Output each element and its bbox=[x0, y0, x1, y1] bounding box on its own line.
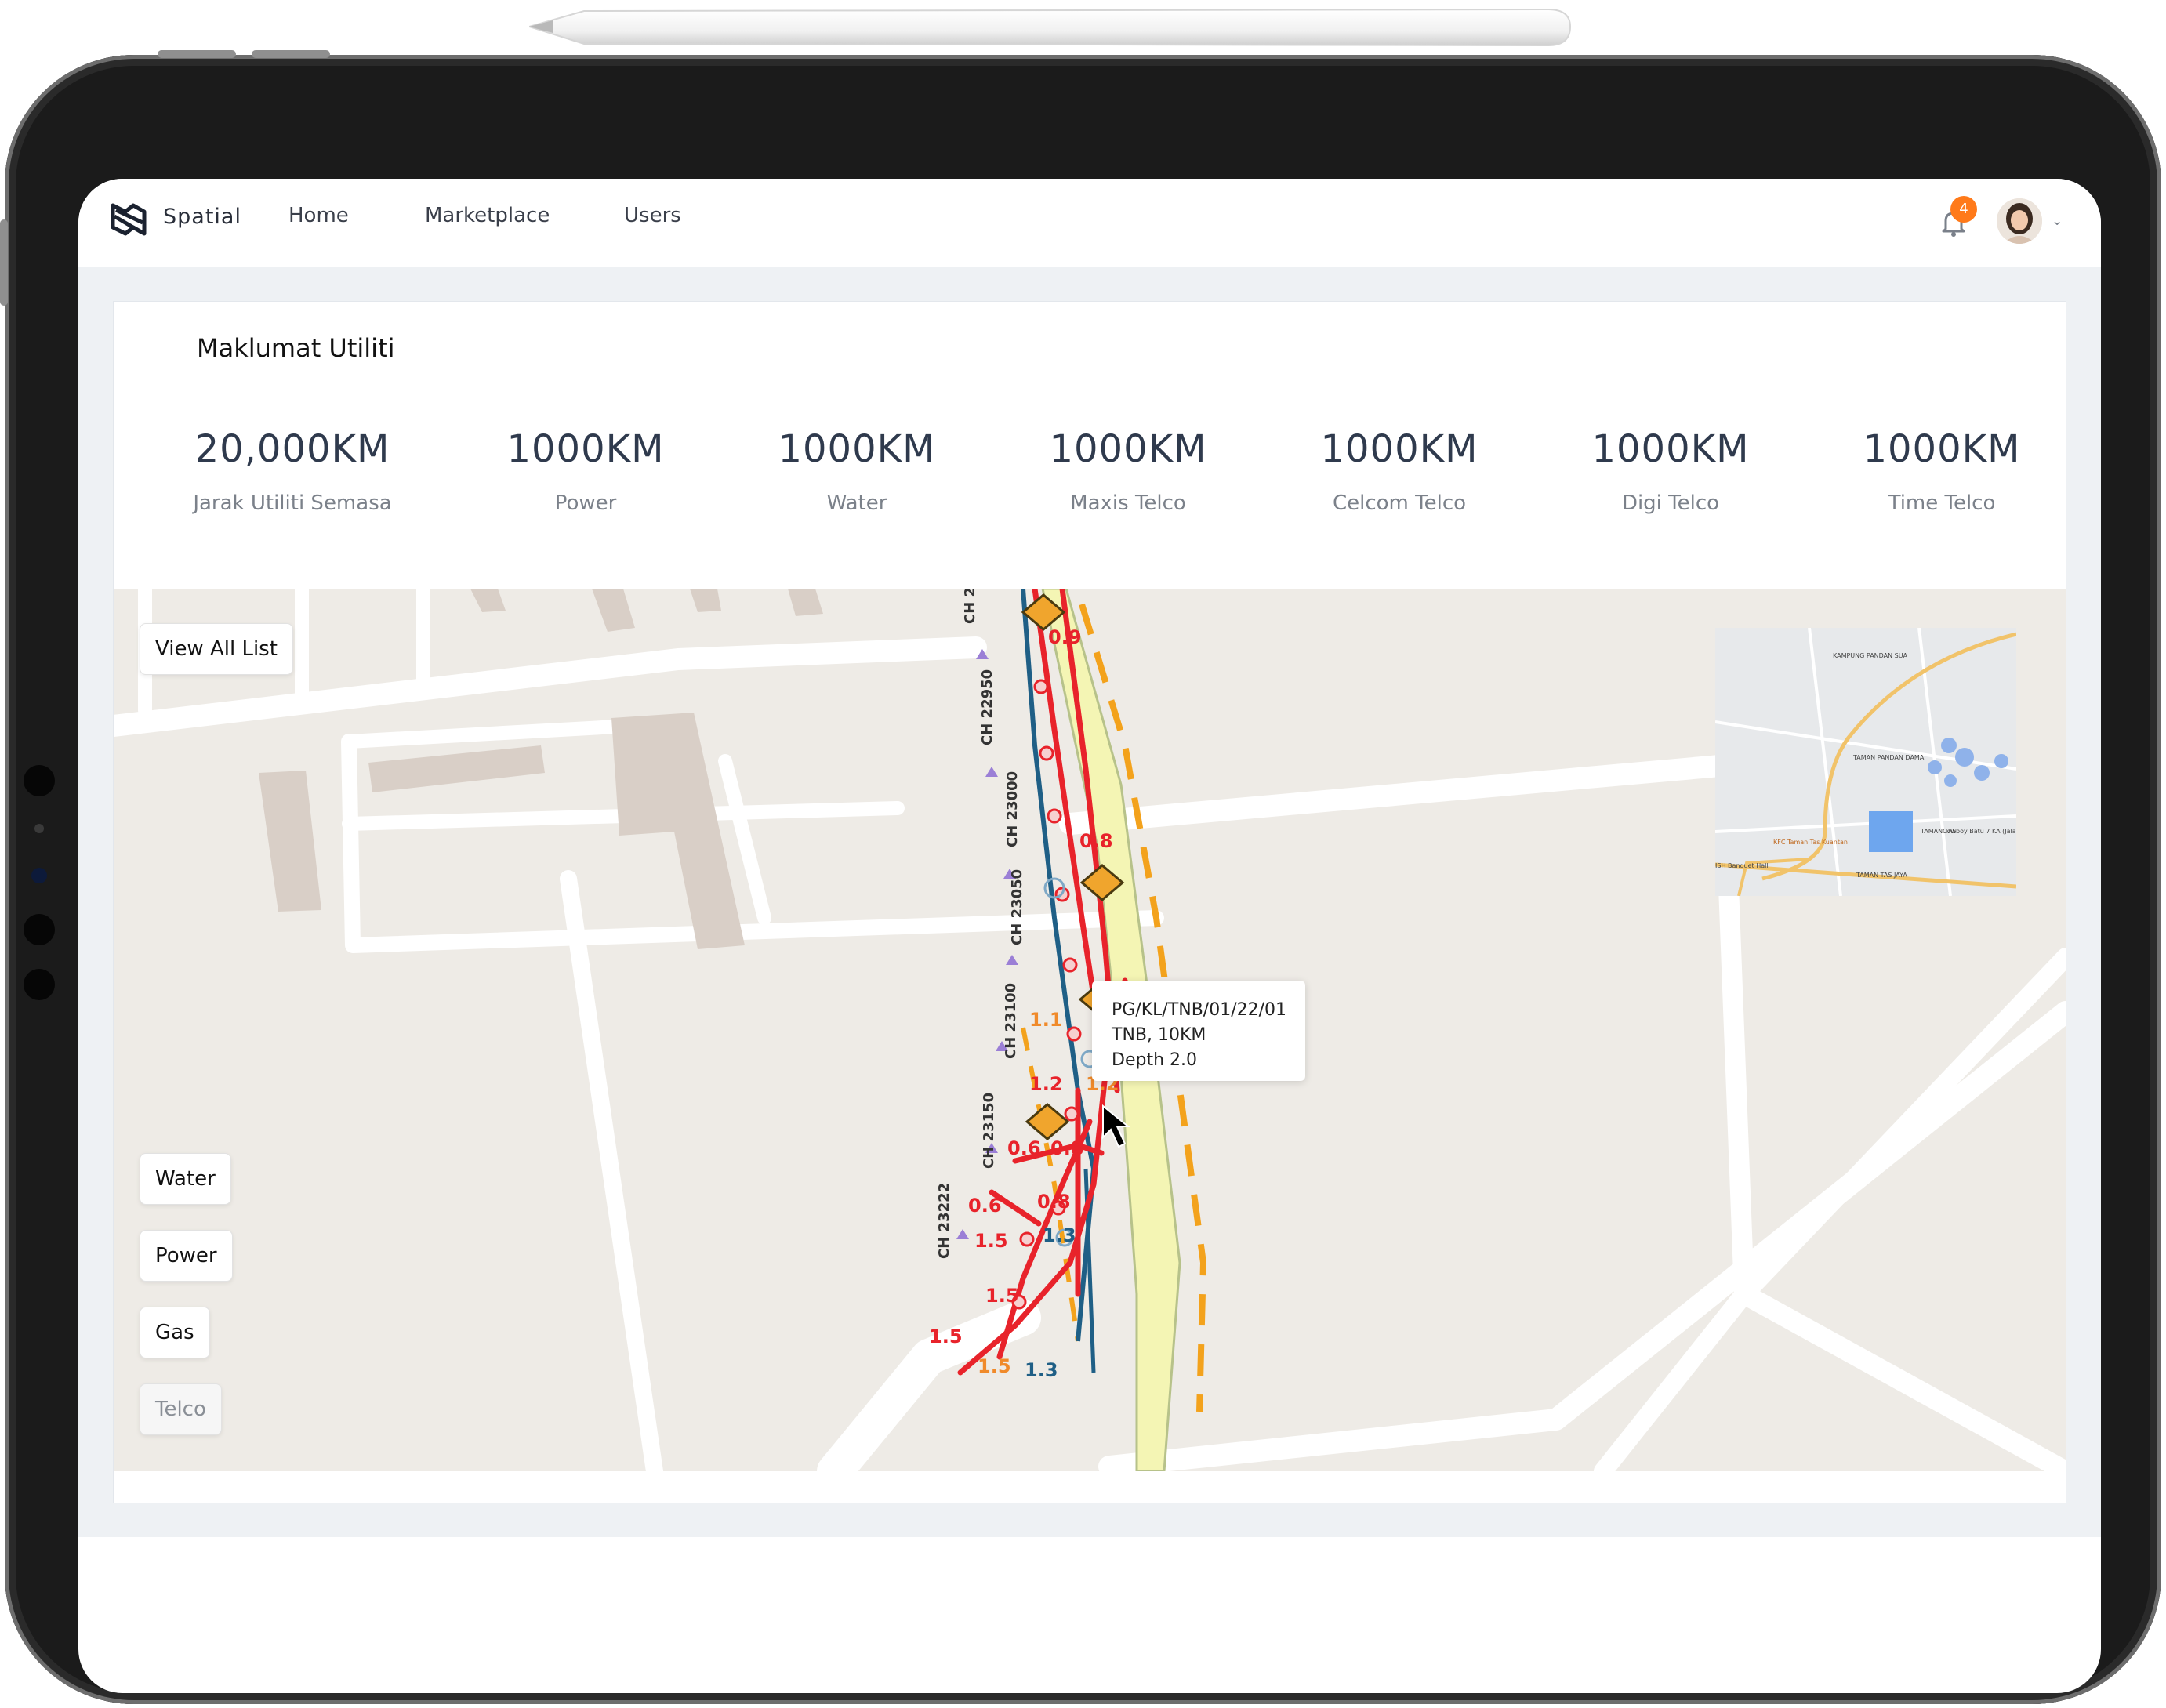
stat-total: 20,000KM Jarak Utiliti Semasa bbox=[159, 427, 426, 515]
depth-label: 0.6 bbox=[968, 1195, 1002, 1217]
utility-tooltip: PG/KL/TNB/01/22/01 TNB, 10KM Depth 2.0 bbox=[1092, 981, 1305, 1081]
tooltip-owner-length: TNB, 10KM bbox=[1112, 1025, 1206, 1045]
stat-value: 20,000KM bbox=[194, 427, 390, 471]
layer-power-toggle[interactable]: Power bbox=[140, 1230, 233, 1282]
stat-time-telco: 1000KM Time Telco bbox=[1809, 427, 2075, 515]
stat-label: Power bbox=[554, 491, 617, 515]
stylus-pencil bbox=[529, 8, 1572, 47]
power-button bbox=[0, 219, 8, 306]
tablet-screen: Spatial Home Marketplace Users 4 ⌄ Maklu… bbox=[78, 179, 2101, 1693]
utility-card: Maklumat Utiliti 20,000KM Jarak Utiliti … bbox=[113, 301, 2066, 1503]
depth-label: 1.1 bbox=[1029, 1009, 1063, 1031]
stat-label: Water bbox=[826, 491, 887, 515]
volume-button bbox=[158, 50, 236, 58]
tablet-frame: Spatial Home Marketplace Users 4 ⌄ Maklu… bbox=[0, 50, 2161, 1704]
stat-label: Digi Telco bbox=[1621, 491, 1720, 515]
chainage-label: CH 22950 bbox=[979, 669, 996, 745]
content-area: Maklumat Utiliti 20,000KM Jarak Utiliti … bbox=[78, 267, 2101, 1537]
sensor-dot bbox=[24, 765, 55, 796]
nav-home-link[interactable]: Home bbox=[288, 204, 349, 227]
stat-value: 1000KM bbox=[1863, 427, 2021, 471]
depth-label: 1.2 bbox=[1029, 1073, 1063, 1095]
stat-label: Jarak Utiliti Semasa bbox=[193, 491, 392, 515]
stat-digi-telco: 1000KM Digi Telco bbox=[1537, 427, 1804, 515]
depth-label: 0.8 bbox=[1050, 1137, 1084, 1159]
brand-name: Spatial bbox=[163, 205, 241, 229]
top-navbar: Spatial Home Marketplace Users 4 ⌄ bbox=[78, 179, 2101, 268]
nav-users-link[interactable]: Users bbox=[624, 204, 681, 227]
stat-maxis-telco: 1000KM Maxis Telco bbox=[995, 427, 1261, 515]
stat-value: 1000KM bbox=[506, 427, 665, 471]
chainage-label: CH 23000 bbox=[1004, 771, 1021, 847]
minimap-label: KFC Taman Tas Kuantan bbox=[1773, 839, 1848, 846]
layer-gas-toggle[interactable]: Gas bbox=[140, 1307, 210, 1358]
minimap-label: ISH Banquet Hall bbox=[1715, 862, 1769, 869]
depth-label: 1.5 bbox=[974, 1230, 1008, 1252]
stat-celcom-telco: 1000KM Celcom Telco bbox=[1266, 427, 1533, 515]
sensor-dot bbox=[24, 969, 55, 1000]
notification-badge: 4 bbox=[1950, 196, 1977, 223]
chainage-label: CH 23150 bbox=[981, 1093, 997, 1169]
minimap-label: TAMAN TAS JAYA bbox=[1856, 872, 1907, 879]
depth-label: 0.6 bbox=[1007, 1137, 1041, 1159]
stat-power: 1000KM Power bbox=[452, 427, 719, 515]
chainage-label: CH 23050 bbox=[1009, 869, 1025, 945]
depth-label: 1.3 bbox=[1043, 1224, 1076, 1246]
nav-marketplace-link[interactable]: Marketplace bbox=[425, 204, 550, 227]
depth-label: 1.5 bbox=[929, 1325, 963, 1347]
depth-label: 1.5 bbox=[985, 1285, 1019, 1307]
stat-label: Time Telco bbox=[1888, 491, 1996, 515]
depth-label: 0.8 bbox=[1037, 1191, 1071, 1213]
card-title: Maklumat Utiliti bbox=[197, 333, 395, 363]
layer-telco-toggle[interactable]: Telco bbox=[140, 1383, 222, 1435]
tooltip-id: PG/KL/TNB/01/22/01 bbox=[1112, 1000, 1287, 1020]
chevron-down-icon[interactable]: ⌄ bbox=[2052, 213, 2063, 229]
camera-lens bbox=[31, 868, 47, 883]
spatial-logo-icon bbox=[111, 203, 147, 236]
chainage-label: CH 23100 bbox=[1003, 983, 1019, 1059]
minimap-label: Cowboy Batu 7 KA (Jalan Gambang) bbox=[1943, 828, 2016, 835]
minimap[interactable]: KAMPUNG PANDAN SUA TAMAN PANDAN DAMAI TA… bbox=[1715, 628, 2016, 896]
minimap-label: TAMAN PANDAN DAMAI bbox=[1852, 754, 1926, 761]
stat-value: 1000KM bbox=[1049, 427, 1207, 471]
sensor-dot bbox=[24, 914, 55, 945]
chainage-label: CH 23222 bbox=[936, 1183, 952, 1259]
tooltip-depth: Depth 2.0 bbox=[1112, 1050, 1197, 1070]
stat-value: 1000KM bbox=[778, 427, 936, 471]
stat-value: 1000KM bbox=[1591, 427, 1750, 471]
stat-label: Celcom Telco bbox=[1332, 491, 1467, 515]
depth-label: 1.5 bbox=[978, 1355, 1011, 1377]
minimap-label: KAMPUNG PANDAN SUA bbox=[1833, 652, 1908, 659]
utility-map[interactable]: CH 22 CH 22950 CH 23000 CH 23050 CH 2310… bbox=[114, 589, 2066, 1471]
depth-label: 1.3 bbox=[1025, 1359, 1058, 1381]
chainage-label: CH 22 bbox=[962, 589, 978, 624]
layer-water-toggle[interactable]: Water bbox=[140, 1153, 231, 1205]
stat-water: 1000KM Water bbox=[724, 427, 990, 515]
depth-label: 0.8 bbox=[1079, 830, 1113, 852]
stat-label: Maxis Telco bbox=[1070, 491, 1186, 515]
depth-label: 0.9 bbox=[1048, 626, 1082, 648]
volume-button bbox=[252, 50, 330, 58]
user-avatar[interactable] bbox=[1997, 198, 2042, 244]
stat-value: 1000KM bbox=[1320, 427, 1478, 471]
sensor-dot bbox=[34, 824, 44, 833]
view-all-list-button[interactable]: View All List bbox=[140, 623, 293, 675]
